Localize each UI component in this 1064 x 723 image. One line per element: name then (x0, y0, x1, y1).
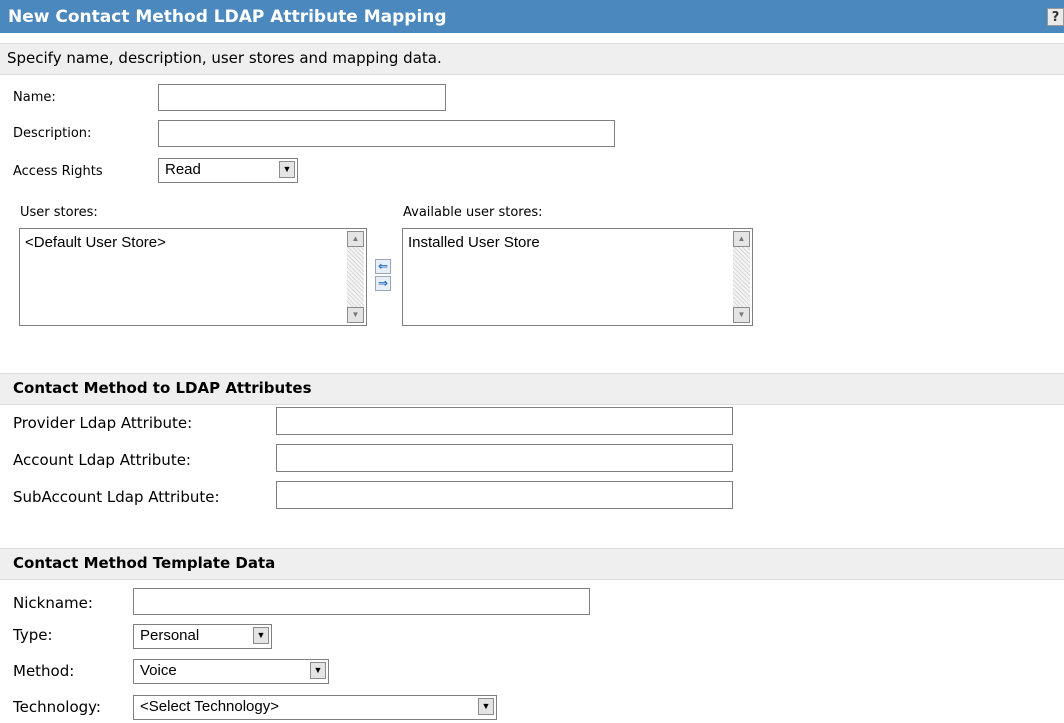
technology-select[interactable]: <Select Technology> ▼ (133, 695, 497, 720)
chevron-down-icon[interactable]: ▼ (310, 662, 326, 679)
nickname-label: Nickname: (13, 594, 93, 612)
scrollbar[interactable]: ▲ ▼ (733, 231, 750, 323)
method-label: Method: (13, 662, 75, 680)
right-arrow-icon[interactable]: ⇒ (375, 276, 391, 291)
description-label: Description: (13, 126, 92, 141)
chevron-down-icon[interactable]: ▼ (279, 161, 295, 178)
user-stores-label: User stores: (20, 205, 98, 220)
scrollbar[interactable]: ▲ ▼ (347, 231, 364, 323)
type-value: Personal (140, 627, 200, 644)
scroll-down-icon[interactable]: ▼ (347, 307, 364, 323)
nickname-input[interactable] (133, 588, 590, 615)
access-rights-value: Read (165, 161, 201, 178)
user-stores-list[interactable]: <Default User Store> ▲ ▼ (19, 228, 367, 326)
help-button[interactable]: ? (1047, 8, 1064, 26)
type-label: Type: (13, 626, 53, 644)
scroll-up-icon[interactable]: ▲ (347, 231, 364, 247)
chevron-down-icon[interactable]: ▼ (253, 627, 269, 644)
account-ldap-label: Account Ldap Attribute: (13, 451, 191, 469)
subheader-text: Specify name, description, user stores a… (7, 49, 442, 67)
page-title: New Contact Method LDAP Attribute Mappin… (8, 7, 447, 27)
name-label: Name: (13, 90, 56, 105)
name-input[interactable] (158, 84, 446, 111)
description-input[interactable] (158, 120, 615, 147)
provider-ldap-input[interactable] (276, 407, 733, 435)
available-user-stores-label: Available user stores: (403, 205, 543, 220)
subaccount-ldap-label: SubAccount Ldap Attribute: (13, 488, 220, 506)
list-item[interactable]: <Default User Store> (25, 234, 166, 251)
access-rights-select[interactable]: Read ▼ (158, 158, 298, 183)
available-user-stores-list[interactable]: Installed User Store ▲ ▼ (402, 228, 753, 326)
access-rights-label: Access Rights (13, 164, 103, 179)
subaccount-ldap-input[interactable] (276, 481, 733, 509)
chevron-down-icon[interactable]: ▼ (478, 698, 494, 715)
method-select[interactable]: Voice ▼ (133, 659, 329, 684)
left-arrow-icon[interactable]: ⇐ (375, 259, 391, 274)
account-ldap-input[interactable] (276, 444, 733, 472)
technology-label: Technology: (13, 698, 101, 716)
provider-ldap-label: Provider Ldap Attribute: (13, 414, 193, 432)
type-select[interactable]: Personal ▼ (133, 624, 272, 649)
list-item[interactable]: Installed User Store (408, 234, 540, 251)
ldap-section-title: Contact Method to LDAP Attributes (13, 379, 312, 397)
scroll-down-icon[interactable]: ▼ (733, 307, 750, 323)
scroll-up-icon[interactable]: ▲ (733, 231, 750, 247)
template-section-title: Contact Method Template Data (13, 554, 276, 572)
method-value: Voice (140, 662, 177, 679)
technology-value: <Select Technology> (140, 698, 279, 715)
